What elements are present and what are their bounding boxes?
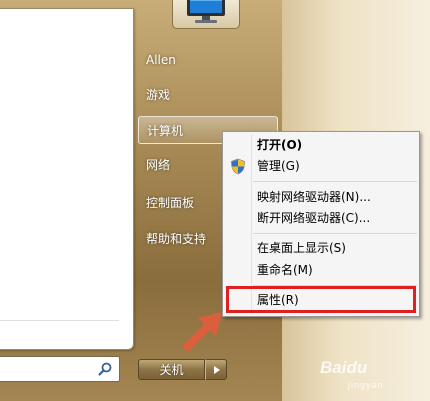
menu-item-manage[interactable]: 管理(G) bbox=[257, 156, 300, 176]
menu-item-map-network-drive[interactable]: 映射网络驱动器(N)... bbox=[257, 187, 371, 207]
user-folder-link[interactable]: Allen bbox=[138, 46, 278, 74]
shutdown-options-button[interactable] bbox=[205, 359, 227, 380]
menu-item-show-on-desktop[interactable]: 在桌面上显示(S) bbox=[257, 238, 346, 258]
menu-item-disconnect-network-drive[interactable]: 断开网络驱动器(C)... bbox=[257, 208, 370, 228]
user-picture-frame[interactable] bbox=[172, 0, 240, 29]
computer-monitor-icon bbox=[187, 0, 225, 23]
uac-shield-icon bbox=[231, 158, 245, 175]
menu-separator bbox=[253, 181, 417, 182]
pointer-arrow-icon bbox=[182, 312, 222, 352]
programs-divider bbox=[0, 320, 119, 321]
games-link[interactable]: 游戏 bbox=[138, 81, 278, 109]
search-input[interactable] bbox=[0, 356, 120, 382]
menu-separator bbox=[253, 233, 417, 234]
watermark-logo-text: Baidu bbox=[320, 358, 368, 377]
chevron-right-icon bbox=[214, 366, 220, 374]
watermark-sub-text: jingyan bbox=[348, 380, 384, 390]
properties-highlight-box bbox=[226, 286, 416, 313]
programs-panel bbox=[0, 8, 134, 350]
shutdown-button[interactable]: 关机 bbox=[138, 359, 205, 380]
menu-item-rename[interactable]: 重命名(M) bbox=[257, 260, 313, 280]
menu-item-open[interactable]: 打开(O) bbox=[257, 135, 302, 155]
search-icon[interactable] bbox=[97, 361, 113, 377]
baidu-watermark: Baidu jingyan bbox=[320, 356, 428, 398]
